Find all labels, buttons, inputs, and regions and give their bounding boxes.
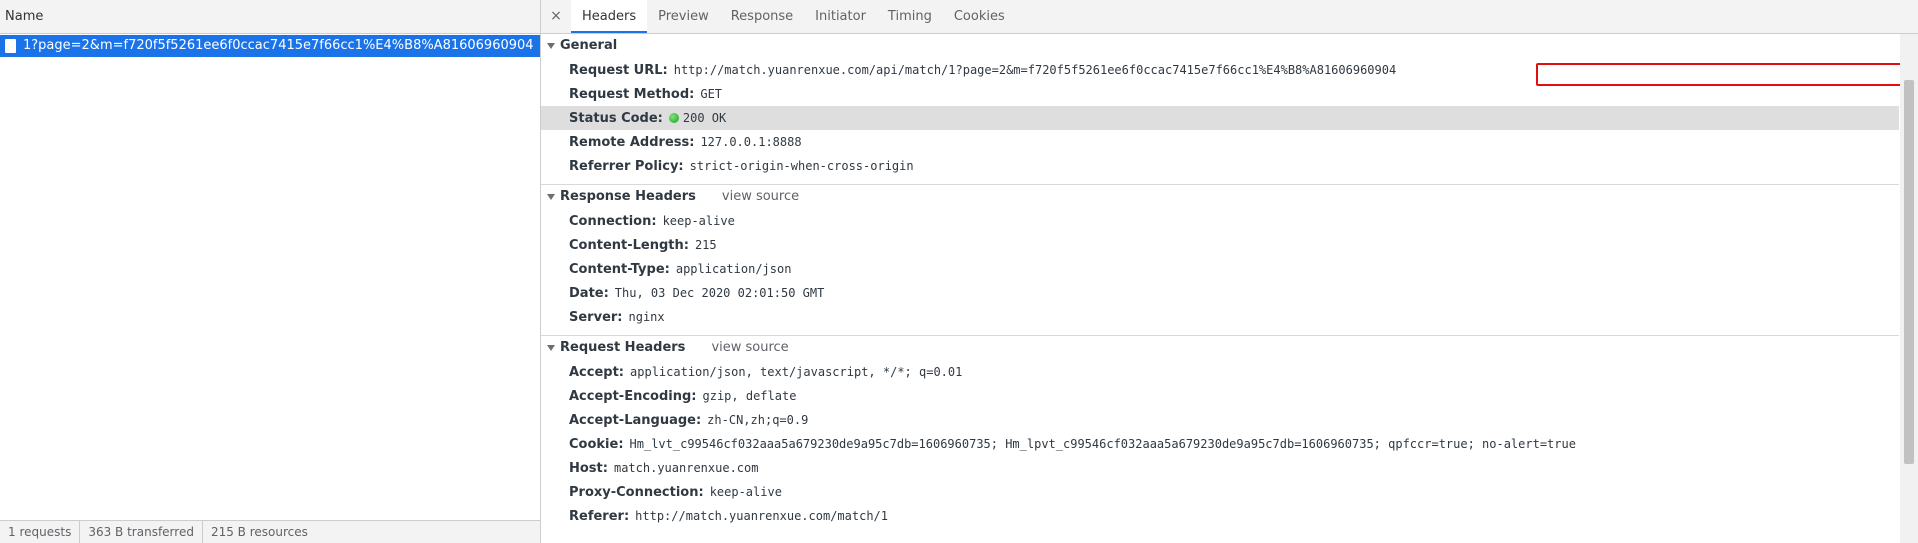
header-name: Proxy-Connection:	[569, 485, 704, 500]
tab-response[interactable]: Response	[720, 0, 804, 33]
header-row: Connection: keep-alive	[541, 209, 1899, 233]
header-row: Cookie: Hm_lvt_c99546cf032aaa5a679230de9a…	[541, 432, 1899, 456]
status-code-value: 200 OK	[682, 111, 727, 125]
header-name: Content-Length:	[569, 238, 689, 253]
header-value: match.yuanrenxue.com	[613, 461, 759, 475]
response-view-source-link[interactable]: view source	[722, 185, 799, 209]
response-headers-title: Response Headers	[560, 189, 696, 204]
header-name: Referer:	[569, 509, 630, 524]
header-value: keep-alive	[709, 485, 782, 499]
header-value: zh-CN,zh;q=0.9	[707, 413, 809, 427]
request-details-pane: × Headers Preview Response Initiator Tim…	[541, 0, 1918, 543]
header-value: http://match.yuanrenxue.com/match/1	[635, 509, 889, 523]
status-code-row: Status Code: 200 OK	[541, 106, 1899, 130]
request-url-label: Request URL:	[569, 63, 668, 78]
status-ok-icon	[668, 113, 679, 123]
request-list-pane: Name 1?page=2&m=f720f5f5261ee6f0ccac7415…	[0, 0, 541, 543]
remote-address-value: 127.0.0.1:8888	[700, 135, 802, 149]
triangle-down-icon	[547, 194, 555, 200]
name-column-header[interactable]: Name	[0, 0, 540, 34]
request-headers-section: Request Headers view source Accept: appli…	[541, 336, 1899, 534]
header-row: Accept-Language: zh-CN,zh;q=0.9	[541, 408, 1899, 432]
general-title: General	[560, 38, 618, 53]
general-section-toggle[interactable]: General	[541, 34, 1899, 58]
header-name: Content-Type:	[569, 262, 670, 277]
header-row: Referer: http://match.yuanrenxue.com/matc…	[541, 504, 1899, 528]
header-row: Date: Thu, 03 Dec 2020 02:01:50 GMT	[541, 281, 1899, 305]
header-name: Cookie:	[569, 437, 624, 452]
request-method-value: GET	[700, 87, 723, 101]
referrer-policy-label: Referrer Policy:	[569, 159, 684, 174]
header-name: Accept:	[569, 365, 625, 380]
resources-size: 215 B resources	[210, 525, 308, 539]
header-row: Accept-Encoding: gzip, deflate	[541, 384, 1899, 408]
header-value: Hm_lvt_c99546cf032aaa5a679230de9a95c7db=…	[629, 437, 1576, 451]
header-row: Host: match.yuanrenxue.com	[541, 456, 1899, 480]
header-value: application/json, text/javascript, */*; …	[630, 365, 963, 379]
header-value: nginx	[628, 310, 665, 324]
header-value: keep-alive	[662, 214, 735, 228]
header-value: gzip, deflate	[702, 389, 797, 403]
tab-timing[interactable]: Timing	[877, 0, 943, 33]
header-row: Accept: application/json, text/javascript…	[541, 360, 1899, 384]
scrollbar-thumb[interactable]	[1904, 80, 1914, 464]
referrer-policy-value: strict-origin-when-cross-origin	[689, 159, 914, 173]
close-icon[interactable]: ×	[541, 0, 571, 33]
remote-address-row: Remote Address: 127.0.0.1:8888	[541, 130, 1899, 154]
request-name: 1?page=2&m=f720f5f5261ee6f0ccac7415e7f66…	[23, 38, 534, 53]
header-row: Proxy-Connection: keep-alive	[541, 480, 1899, 504]
network-status-bar: 1 requests 363 B transferred 215 B resou…	[0, 520, 540, 543]
headers-content: General Request URL: http://match.yuanren…	[541, 34, 1899, 543]
remote-address-label: Remote Address:	[569, 135, 695, 150]
tab-initiator[interactable]: Initiator	[804, 0, 877, 33]
header-row: Content-Type: application/json	[541, 257, 1899, 281]
request-url-value: http://match.yuanrenxue.com/api/match/1?…	[673, 63, 1397, 77]
document-icon	[5, 39, 16, 53]
response-headers-section: Response Headers view source Connection:…	[541, 185, 1899, 336]
request-row-selected[interactable]: 1?page=2&m=f720f5f5261ee6f0ccac7415e7f66…	[0, 35, 540, 57]
url-param-highlight-box	[1536, 63, 1918, 86]
details-scrollbar[interactable]	[1900, 34, 1918, 543]
response-headers-toggle[interactable]: Response Headers view source	[541, 185, 1899, 209]
header-row: Server: nginx	[541, 305, 1899, 329]
header-name: Host:	[569, 461, 608, 476]
header-name: Accept-Language:	[569, 413, 702, 428]
tab-preview[interactable]: Preview	[647, 0, 720, 33]
header-name: Server:	[569, 310, 623, 325]
tab-cookies[interactable]: Cookies	[943, 0, 1016, 33]
requests-count: 1 requests	[0, 521, 81, 543]
header-value: Thu, 03 Dec 2020 02:01:50 GMT	[614, 286, 825, 300]
request-method-label: Request Method:	[569, 87, 695, 102]
header-name: Connection:	[569, 214, 657, 229]
tab-headers[interactable]: Headers	[571, 0, 648, 33]
header-value: application/json	[675, 262, 792, 276]
header-row: Content-Length: 215	[541, 233, 1899, 257]
details-tabbar: × Headers Preview Response Initiator Tim…	[541, 0, 1918, 34]
referrer-policy-row: Referrer Policy: strict-origin-when-cross…	[541, 154, 1899, 178]
request-view-source-link[interactable]: view source	[711, 336, 788, 360]
general-section: General Request URL: http://match.yuanren…	[541, 34, 1899, 185]
request-headers-title: Request Headers	[560, 340, 686, 355]
transferred-size: 363 B transferred	[80, 521, 203, 543]
status-code-label: Status Code:	[569, 111, 663, 126]
request-headers-toggle[interactable]: Request Headers view source	[541, 336, 1899, 360]
triangle-down-icon	[547, 43, 555, 49]
header-value: 215	[694, 238, 717, 252]
triangle-down-icon	[547, 345, 555, 351]
header-name: Date:	[569, 286, 609, 301]
header-name: Accept-Encoding:	[569, 389, 697, 404]
